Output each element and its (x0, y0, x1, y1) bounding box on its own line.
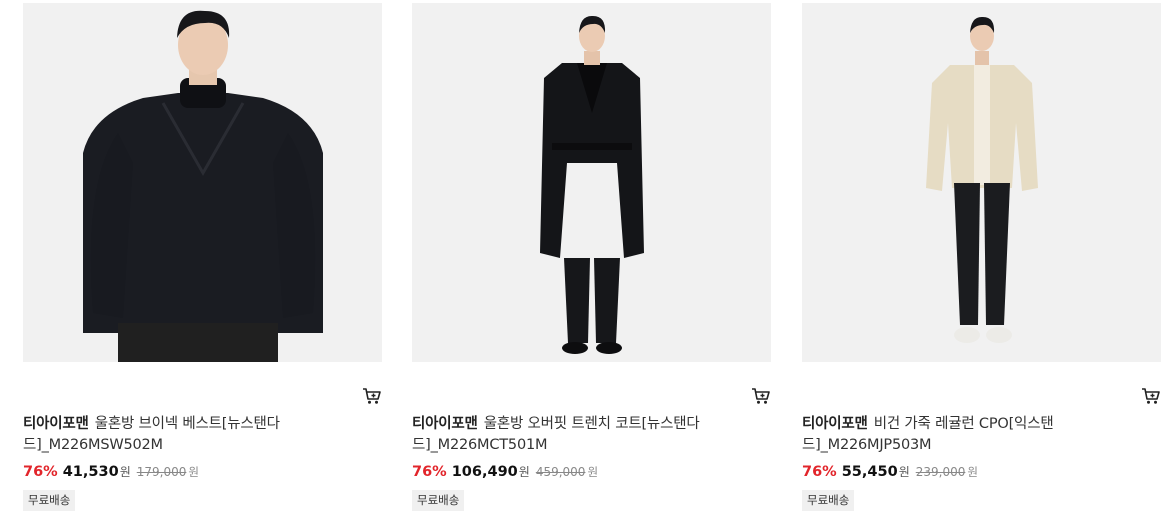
sale-currency: 원 (119, 465, 131, 479)
free-shipping-badge: 무료배송 (412, 490, 465, 511)
add-to-cart-button[interactable] (1141, 387, 1161, 405)
price-row: 76% 55,450원 239,000 원 (802, 462, 978, 482)
price-row: 76% 41,530원 179,000 원 (23, 462, 199, 482)
product-title[interactable]: 티아이포맨 비건 가죽 레귤런 CPO[익스탠드]_M226MJP503M (802, 414, 1122, 456)
price-row: 76% 106,490원 459,000 원 (412, 462, 598, 482)
product-title[interactable]: 티아이포맨 울혼방 브이넥 베스트[뉴스탠다드]_M226MSW502M (23, 414, 343, 456)
free-shipping-badge: 무료배송 (23, 490, 76, 511)
product-brand: 티아이포맨 (23, 416, 89, 432)
product-brand: 티아이포맨 (412, 416, 478, 432)
discount-rate: 76% (23, 464, 58, 480)
sale-price: 55,450 (841, 464, 898, 480)
original-currency: 원 (587, 465, 599, 479)
discount-rate: 76% (412, 464, 447, 480)
original-price: 239,000 (915, 465, 966, 479)
add-to-cart-button[interactable] (362, 387, 382, 405)
product-title[interactable]: 티아이포맨 울혼방 오버핏 트렌치 코트[뉴스탠다드]_M226MCT501M (412, 414, 732, 456)
product-image[interactable] (802, 3, 1161, 362)
product-image[interactable] (23, 3, 382, 362)
sale-price: 41,530 (62, 464, 119, 480)
sale-price: 106,490 (451, 464, 518, 480)
cart-icon (363, 388, 381, 404)
discount-rate: 76% (802, 464, 837, 480)
product-brand: 티아이포맨 (802, 416, 868, 432)
sale-currency: 원 (898, 465, 910, 479)
original-currency: 원 (188, 465, 199, 479)
add-to-cart-button[interactable] (751, 387, 771, 405)
original-price: 459,000 (535, 465, 586, 479)
sale-currency: 원 (518, 465, 530, 479)
free-shipping-badge: 무료배송 (802, 490, 855, 511)
cart-icon (1142, 388, 1160, 404)
cart-icon (752, 388, 770, 404)
original-currency: 원 (967, 465, 978, 479)
original-price: 179,000 (136, 465, 187, 479)
product-image[interactable] (412, 3, 771, 362)
product-grid: 티아이포맨 울혼방 브이넥 베스트[뉴스탠다드]_M226MSW502M 76% 4… (0, 0, 1161, 523)
